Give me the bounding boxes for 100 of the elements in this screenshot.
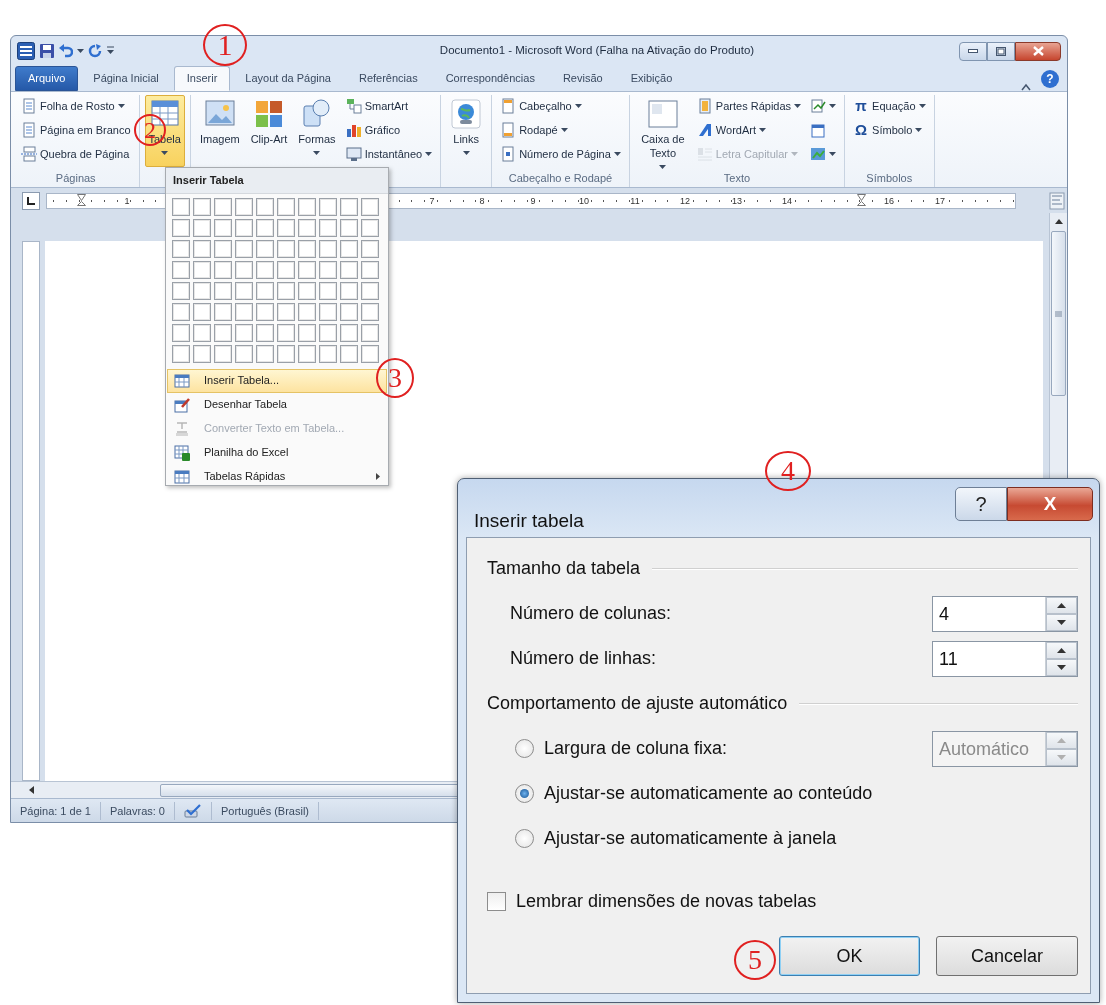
ribbon-button[interactable]: Caixa de Texto (634, 95, 691, 167)
file-tab[interactable]: Arquivo (15, 65, 79, 91)
close-button[interactable] (1015, 41, 1061, 61)
up-arrow-icon (1057, 602, 1066, 608)
document-icon (696, 98, 713, 114)
checkbox[interactable] (487, 892, 506, 911)
proofing-check-icon[interactable] (184, 803, 202, 818)
page-icon (500, 146, 517, 162)
dialog-button[interactable]: Cancelar (936, 936, 1078, 976)
down-arrow-icon (1057, 664, 1066, 670)
ribbon-button[interactable]: Gráfico (342, 119, 436, 141)
status-item[interactable]: Português (Brasil) (212, 801, 320, 820)
ribbon-button[interactable]: Partes Rápidas (693, 95, 805, 117)
ribbon-button[interactable]: Quebra de Página (18, 143, 134, 165)
ribbon-button[interactable]: Clip-Art (246, 95, 292, 167)
app-icon[interactable] (17, 42, 35, 60)
scrollbar-thumb[interactable] (1051, 231, 1066, 396)
left-arrow-icon (29, 786, 34, 794)
caret-icon (794, 104, 802, 108)
radio-button[interactable] (515, 739, 534, 758)
radio-button[interactable] (515, 829, 534, 848)
submenu-arrow-icon (376, 473, 380, 480)
dialog-button[interactable]: OK (779, 936, 920, 976)
maximize-button[interactable] (987, 41, 1015, 61)
ribbon-button[interactable]: Instantâneo (342, 143, 436, 165)
down-arrow-icon (1057, 619, 1066, 625)
ribbon-tab[interactable]: Exibição (617, 65, 686, 91)
callout-number: 3 (376, 358, 414, 398)
ribbon-button[interactable]: Links (446, 95, 487, 167)
callout-number: 5 (734, 940, 776, 980)
group-label: Símbolos (866, 172, 913, 185)
ribbon-button[interactable]: Folha de Rosto (18, 95, 134, 117)
ribbon-button[interactable]: Página em Branco (18, 119, 134, 141)
clip-art-icon (253, 98, 285, 130)
radio-label: Largura de coluna fixa: (544, 737, 729, 760)
ribbon-button[interactable]: Número de Página (497, 143, 624, 165)
pencil-table-icon (174, 396, 190, 413)
spin-up-button[interactable] (1046, 641, 1077, 659)
signature-icon (810, 98, 827, 114)
field-label: Número de colunas: (510, 602, 673, 625)
ribbon-tab[interactable]: Referências (345, 65, 431, 91)
section-heading: Comportamento de ajuste automático (487, 692, 789, 715)
number-field[interactable]: 4 (932, 595, 1078, 632)
close-button[interactable]: X (1007, 487, 1093, 521)
object-icon (810, 146, 827, 162)
customize-menu-icon[interactable] (106, 46, 115, 56)
indent-marker-icon[interactable] (857, 193, 866, 208)
number-field[interactable]: 11 (932, 640, 1078, 677)
grip-icon (1055, 310, 1062, 317)
up-arrow-icon (1057, 737, 1066, 743)
ribbon-button[interactable]: WordArt (693, 119, 805, 141)
save-icon[interactable] (39, 43, 55, 59)
caret-icon (462, 150, 470, 155)
window-title: Documento1 - Microsoft Word (Falha na Ativação do Produto) (439, 43, 755, 59)
bar-chart-icon (345, 122, 362, 138)
menu-item[interactable]: Tabelas Rápidas (167, 464, 387, 489)
up-arrow-icon (1054, 218, 1063, 224)
ribbon-button[interactable]: Rodapé (497, 119, 624, 141)
ribbon-button[interactable]: Cabeçalho (497, 95, 624, 117)
wordart-icon (696, 122, 713, 138)
maximize-icon (996, 46, 1006, 56)
status-item[interactable]: Página: 1 de 1 (11, 801, 101, 820)
menu-item[interactable]: Planilha do Excel (167, 440, 387, 465)
ribbon-button[interactable]: π Equação (850, 95, 929, 117)
ribbon-tab[interactable]: Layout da Página (232, 65, 344, 91)
undo-icon[interactable] (59, 44, 73, 58)
status-item[interactable]: Palavras: 0 (100, 801, 175, 820)
ribbon-button[interactable]: Imagem (195, 95, 244, 167)
menu-item[interactable]: Inserir Tabela... (167, 368, 387, 393)
ribbon-tab[interactable]: Inserir (173, 65, 231, 91)
diagram-icon (345, 98, 362, 114)
indent-marker-icon[interactable] (77, 193, 86, 208)
caret-icon (829, 104, 837, 108)
redo-icon[interactable] (88, 44, 102, 58)
page-icon (21, 98, 37, 114)
spin-up-button[interactable] (1046, 596, 1077, 614)
caret-icon (759, 128, 766, 132)
group-label: Cabeçalho e Rodapé (508, 172, 613, 185)
ribbon-button[interactable]: Formas (294, 95, 340, 167)
footer-icon (500, 122, 517, 138)
caret-icon (613, 152, 621, 156)
globe-icon (450, 98, 483, 130)
convert-text-icon (174, 420, 190, 437)
ribbon-tab[interactable]: Correspondências (432, 65, 548, 91)
caret-icon (829, 152, 837, 156)
minimize-button[interactable] (959, 41, 987, 61)
ribbon-tab[interactable]: Página Inicial (80, 65, 172, 91)
checkbox-label: Lembrar dimensões de novas tabelas (516, 890, 818, 913)
help-button[interactable]: ? (1041, 70, 1059, 88)
field-label: Número de linhas: (510, 647, 658, 670)
ribbon-tab[interactable]: Revisão (549, 65, 616, 91)
collapse-ribbon-icon[interactable] (1021, 83, 1031, 91)
header-icon (500, 98, 517, 114)
ribbon-button[interactable]: SmartArt (342, 95, 436, 117)
tab-selector[interactable] (22, 191, 40, 210)
radio-label: Ajustar-se automaticamente à janela (544, 827, 838, 850)
help-button[interactable]: ? (955, 487, 1007, 521)
ribbon-button[interactable]: Ω Símbolo (850, 119, 929, 141)
radio-button[interactable] (515, 784, 534, 803)
down-arrow-icon (1057, 754, 1066, 760)
